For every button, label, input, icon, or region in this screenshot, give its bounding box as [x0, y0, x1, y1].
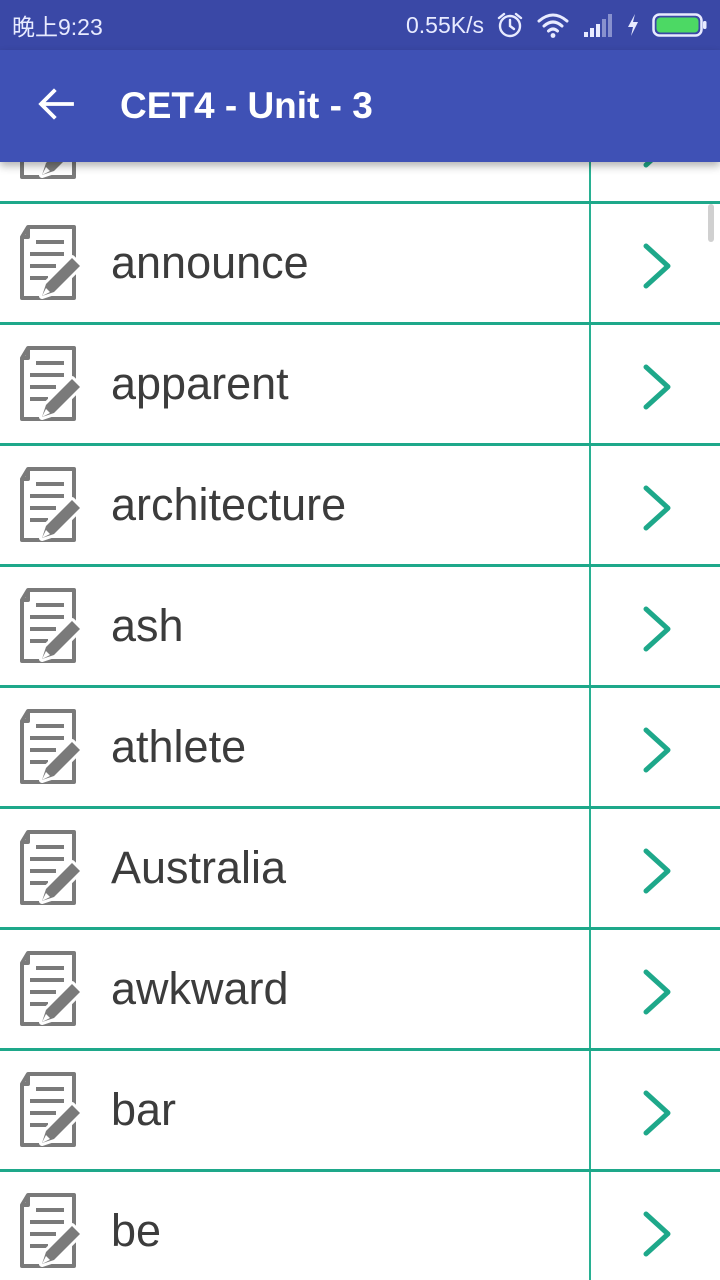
word-list-inner: amaze announce [0, 162, 720, 1280]
list-item-7[interactable]: awkward [0, 930, 720, 1051]
document-edit-icon [20, 951, 80, 1026]
row-divider [589, 325, 591, 443]
chevron-right-icon[interactable] [640, 605, 674, 653]
row-divider [589, 204, 591, 322]
word-label: ash [111, 600, 184, 651]
chevron-right-icon[interactable] [640, 1089, 674, 1137]
arrow-left-icon [38, 87, 74, 125]
document-edit-icon [20, 467, 80, 542]
list-item-5[interactable]: athlete [0, 688, 720, 809]
word-label: bar [111, 1084, 177, 1135]
word-label: apparent [111, 358, 289, 409]
word-label: architecture [111, 479, 347, 530]
list-item-4[interactable]: ash [0, 567, 720, 688]
signal-icon [582, 12, 614, 38]
list-item-8[interactable]: bar [0, 1051, 720, 1172]
document-edit-icon [20, 1193, 80, 1268]
chevron-right-icon[interactable] [640, 847, 674, 895]
row-divider [589, 162, 591, 201]
list-item-9[interactable]: be [0, 1172, 720, 1280]
wifi-icon [536, 11, 570, 39]
back-button[interactable] [0, 50, 112, 162]
list-item-0[interactable]: amaze [0, 162, 720, 204]
row-divider [589, 567, 591, 685]
word-label: announce [111, 237, 309, 288]
chevron-right-icon[interactable] [640, 162, 674, 169]
word-label: awkward [111, 963, 289, 1014]
document-edit-icon [20, 830, 80, 905]
chevron-right-icon[interactable] [640, 484, 674, 532]
document-edit-icon [20, 225, 80, 300]
battery-icon [652, 12, 708, 38]
list-item-1[interactable]: announce [0, 204, 720, 325]
app-bar: CET4 - Unit - 3 [0, 50, 720, 162]
status-icons: 0.55K/s [406, 11, 708, 39]
document-edit-icon [20, 1072, 80, 1147]
word-label: be [111, 1205, 162, 1256]
list-item-6[interactable]: Australia [0, 809, 720, 930]
scrollbar-thumb[interactable] [708, 204, 714, 242]
row-divider [589, 446, 591, 564]
chevron-right-icon[interactable] [640, 726, 674, 774]
row-divider [589, 809, 591, 927]
word-list: amaze announce [0, 162, 720, 1280]
chevron-right-icon[interactable] [640, 968, 674, 1016]
page-title: CET4 - Unit - 3 [120, 85, 373, 126]
row-divider [589, 1172, 591, 1280]
word-label: athlete [111, 721, 247, 772]
chevron-right-icon[interactable] [640, 363, 674, 411]
row-divider [589, 1051, 591, 1169]
network-speed: 0.55K/s [406, 11, 484, 38]
document-edit-icon [20, 588, 80, 663]
word-label: Australia [111, 842, 287, 893]
status-time: 晚上9:23 [12, 14, 103, 40]
charging-icon [626, 13, 640, 37]
row-divider [589, 930, 591, 1048]
alarm-icon [496, 11, 524, 39]
chevron-right-icon[interactable] [640, 1210, 674, 1258]
document-edit-icon [20, 346, 80, 421]
list-item-3[interactable]: architecture [0, 446, 720, 567]
status-bar: 晚上9:23 0.55K/s [0, 0, 720, 50]
list-item-2[interactable]: apparent [0, 325, 720, 446]
chevron-right-icon[interactable] [640, 242, 674, 290]
document-edit-icon [20, 709, 80, 784]
document-edit-icon [20, 162, 76, 179]
word-label: amaze [111, 162, 246, 201]
row-divider [589, 688, 591, 806]
